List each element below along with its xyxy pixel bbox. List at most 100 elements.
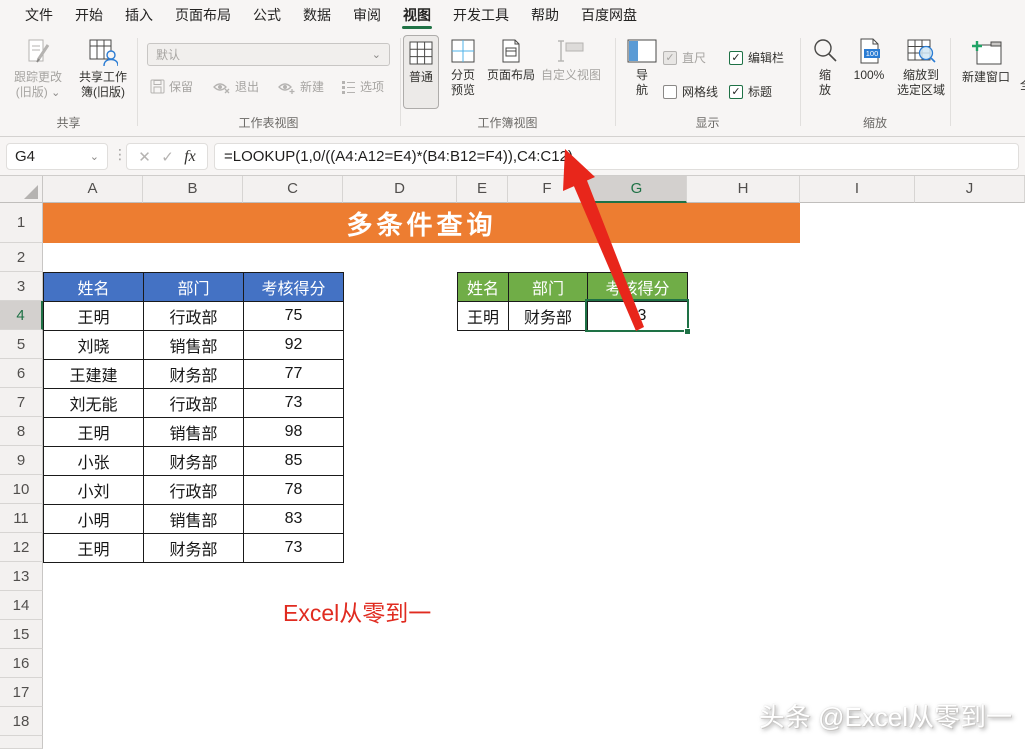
left-table-cell-r8-c1[interactable]: 销售部 (144, 418, 244, 447)
tab-帮助[interactable]: 帮助 (520, 0, 570, 30)
title-banner-cell[interactable]: 多条件查询 (43, 203, 800, 243)
row-header-11[interactable]: 11 (0, 504, 43, 533)
right-table-cell-0[interactable]: 王明 (458, 302, 509, 331)
row-header-6[interactable]: 6 (0, 359, 43, 388)
row-header-12[interactable]: 12 (0, 533, 43, 562)
page-break-preview-button[interactable]: 分页 预览 (444, 38, 482, 98)
row-header-13[interactable]: 13 (0, 562, 43, 591)
column-header-J[interactable]: J (915, 176, 1025, 203)
formula-input[interactable]: =LOOKUP(1,0/((A4:A12=E4)*(B4:B12=F4)),C4… (214, 143, 1019, 170)
left-table-cell-r7-c0[interactable]: 刘无能 (44, 389, 144, 418)
left-table-cell-r11-c2[interactable]: 83 (244, 505, 344, 534)
name-box[interactable]: G4 ⌄ (6, 143, 108, 170)
zoom-to-selection-button[interactable]: 缩放到 选定区域 (894, 38, 948, 98)
left-table-cell-r5-c2[interactable]: 92 (244, 331, 344, 360)
tab-插入[interactable]: 插入 (114, 0, 164, 30)
left-table-cell-r9-c2[interactable]: 85 (244, 447, 344, 476)
column-header-A[interactable]: A (43, 176, 143, 203)
tab-数据[interactable]: 数据 (292, 0, 342, 30)
arrange-all-button-partial[interactable]: 全 (1016, 78, 1025, 93)
column-header-B[interactable]: B (143, 176, 243, 203)
column-header-I[interactable]: I (800, 176, 915, 203)
select-all-corner[interactable] (0, 176, 43, 203)
right-table-header-1[interactable]: 部门 (509, 273, 588, 302)
left-table-header-0[interactable]: 姓名 (44, 273, 144, 302)
left-table-cell-r7-c2[interactable]: 73 (244, 389, 344, 418)
formula-bar-checkbox[interactable]: ✓ 编辑栏 (729, 49, 784, 66)
left-table-cell-r11-c0[interactable]: 小明 (44, 505, 144, 534)
tab-百度网盘[interactable]: 百度网盘 (570, 0, 648, 30)
column-header-H[interactable]: H (687, 176, 800, 203)
row-header-partial[interactable] (0, 736, 43, 749)
left-table-cell-r5-c1[interactable]: 销售部 (144, 331, 244, 360)
left-table-cell-r12-c0[interactable]: 王明 (44, 534, 144, 563)
drag-handle-dots[interactable]: ⋮ (113, 146, 127, 163)
left-table-cell-r9-c0[interactable]: 小张 (44, 447, 144, 476)
left-table-cell-r4-c2[interactable]: 75 (244, 302, 344, 331)
page-layout-view-button[interactable]: 页面布局 (486, 38, 536, 83)
left-table-cell-r10-c2[interactable]: 78 (244, 476, 344, 505)
keep-sheet-view-button[interactable]: 保留 (150, 78, 193, 95)
row-header-2[interactable]: 2 (0, 243, 43, 272)
left-table-cell-r10-c0[interactable]: 小刘 (44, 476, 144, 505)
row-header-16[interactable]: 16 (0, 649, 43, 678)
tab-文件[interactable]: 文件 (14, 0, 64, 30)
left-table-cell-r12-c1[interactable]: 财务部 (144, 534, 244, 563)
tab-开发工具[interactable]: 开发工具 (442, 0, 520, 30)
left-table-cell-r6-c2[interactable]: 77 (244, 360, 344, 389)
left-table-cell-r4-c0[interactable]: 王明 (44, 302, 144, 331)
zoom-button[interactable]: 缩 放 (810, 38, 840, 98)
column-header-G[interactable]: G (587, 176, 687, 203)
row-header-10[interactable]: 10 (0, 475, 43, 504)
left-table-cell-r5-c0[interactable]: 刘晓 (44, 331, 144, 360)
left-table-cell-r9-c1[interactable]: 财务部 (144, 447, 244, 476)
left-table-cell-r12-c2[interactable]: 73 (244, 534, 344, 563)
left-table-cell-r10-c1[interactable]: 行政部 (144, 476, 244, 505)
ruler-checkbox[interactable]: ✓ 直尺 (663, 49, 706, 66)
left-table-cell-r8-c0[interactable]: 王明 (44, 418, 144, 447)
left-table-cell-r11-c1[interactable]: 销售部 (144, 505, 244, 534)
track-changes-button[interactable]: 跟踪更改 (旧版) ⌄ (8, 38, 68, 101)
column-header-E[interactable]: E (457, 176, 508, 203)
right-table-header-0[interactable]: 姓名 (458, 273, 509, 302)
row-header-9[interactable]: 9 (0, 446, 43, 475)
gridlines-checkbox[interactable]: 网格线 (663, 83, 718, 100)
row-header-1[interactable]: 1 (0, 203, 43, 243)
new-window-button[interactable]: 新建窗口 (958, 38, 1014, 85)
cancel-formula-icon[interactable]: ✕ (138, 148, 151, 166)
left-table-cell-r6-c1[interactable]: 财务部 (144, 360, 244, 389)
row-header-8[interactable]: 8 (0, 417, 43, 446)
confirm-formula-icon[interactable]: ✓ (161, 148, 174, 166)
tab-页面布局[interactable]: 页面布局 (164, 0, 242, 30)
row-header-7[interactable]: 7 (0, 388, 43, 417)
row-header-15[interactable]: 15 (0, 620, 43, 649)
left-table-cell-r7-c1[interactable]: 行政部 (144, 389, 244, 418)
right-table-header-2[interactable]: 考核得分 (588, 273, 688, 302)
zoom-100-button[interactable]: 100 100% (846, 38, 892, 83)
right-table-cell-1[interactable]: 财务部 (509, 302, 588, 331)
column-header-C[interactable]: C (243, 176, 343, 203)
left-table-header-1[interactable]: 部门 (144, 273, 244, 302)
new-sheet-view-button[interactable]: 新建 (278, 78, 324, 95)
row-header-5[interactable]: 5 (0, 330, 43, 359)
tab-开始[interactable]: 开始 (64, 0, 114, 30)
row-header-4[interactable]: 4 (0, 301, 43, 330)
left-table-cell-r4-c1[interactable]: 行政部 (144, 302, 244, 331)
options-button[interactable]: 选项 (341, 78, 384, 95)
tab-审阅[interactable]: 审阅 (342, 0, 392, 30)
left-table-header-2[interactable]: 考核得分 (244, 273, 344, 302)
row-header-18[interactable]: 18 (0, 707, 43, 736)
left-table-cell-r6-c0[interactable]: 王建建 (44, 360, 144, 389)
column-header-F[interactable]: F (508, 176, 587, 203)
navigation-button[interactable]: 导 航 (623, 38, 661, 98)
tab-视图[interactable]: 视图 (392, 0, 442, 30)
sheet-view-dropdown[interactable]: 默认 ⌄ (147, 43, 390, 66)
row-header-3[interactable]: 3 (0, 272, 43, 301)
row-header-17[interactable]: 17 (0, 678, 43, 707)
fill-handle[interactable] (684, 328, 691, 335)
column-header-D[interactable]: D (343, 176, 457, 203)
left-table-cell-r8-c2[interactable]: 98 (244, 418, 344, 447)
row-header-14[interactable]: 14 (0, 591, 43, 620)
exit-sheet-view-button[interactable]: 退出 (213, 78, 259, 95)
tab-公式[interactable]: 公式 (242, 0, 292, 30)
